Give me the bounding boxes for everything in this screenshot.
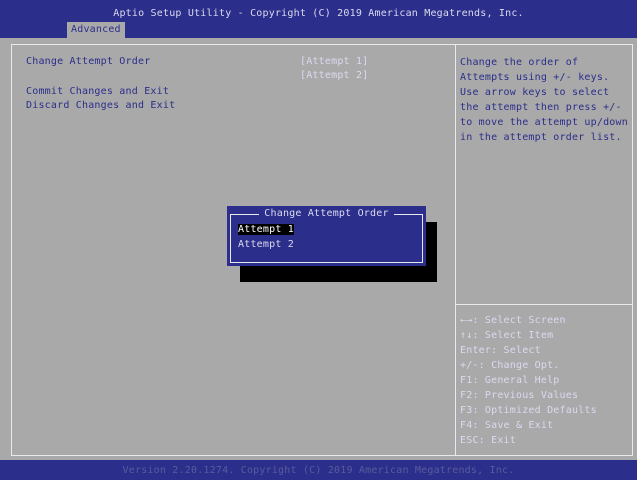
popup-option-attempt-2[interactable]: Attempt 2 [238,239,294,250]
help-line: Attempts using +/- keys. [460,72,610,83]
help-text: Change the order of Attempts using +/- k… [460,55,632,145]
panel-divider [455,44,456,456]
help-line: Use arrow keys to select [460,87,610,98]
key-esc-exit: ESC: Exit [460,435,516,446]
key-change-opt: +/-: Change Opt. [460,360,560,371]
tab-advanced[interactable]: Advanced [67,22,125,38]
version-text: Version 2.20.1274. Copyright (C) 2019 Am… [122,465,515,476]
key-select-screen: ←→: Select Screen [460,315,566,326]
attempt-order-value-2: [Attempt 2] [300,70,369,81]
key-enter-select: Enter: Select [460,345,541,356]
menu-item-commit-changes-exit[interactable]: Commit Changes and Exit [26,86,169,97]
key-previous-values: F2: Previous Values [460,390,579,401]
key-save-exit: F4: Save & Exit [460,420,554,431]
key-optimized-defaults: F3: Optimized Defaults [460,405,597,416]
key-legend: ←→: Select Screen ↑↓: Select Item Enter:… [460,313,632,448]
change-attempt-order-popup: Change Attempt Order Attempt 1 Attempt 2 [227,206,426,266]
footer-bar: Version 2.20.1274. Copyright (C) 2019 Am… [0,460,637,480]
popup-title: Change Attempt Order [227,208,426,219]
help-line: Change the order of [460,57,579,68]
popup-title-text: Change Attempt Order [259,208,394,219]
menu-item-change-attempt-order[interactable]: Change Attempt Order [26,56,150,67]
help-line: to move the attempt up/down [460,117,628,128]
key-general-help: F1: General Help [460,375,560,386]
help-line: the attempt then press +/- [460,102,622,113]
app-title: Aptio Setup Utility - Copyright (C) 2019… [113,8,524,19]
title-bar: Aptio Setup Utility - Copyright (C) 2019… [0,0,637,38]
help-line: in the attempt order list. [460,132,622,143]
help-separator [455,304,633,305]
popup-option-attempt-1[interactable]: Attempt 1 [238,224,294,235]
key-select-item: ↑↓: Select Item [460,330,554,341]
attempt-order-value-1: [Attempt 1] [300,56,369,67]
menu-item-discard-changes-exit[interactable]: Discard Changes and Exit [26,100,175,111]
